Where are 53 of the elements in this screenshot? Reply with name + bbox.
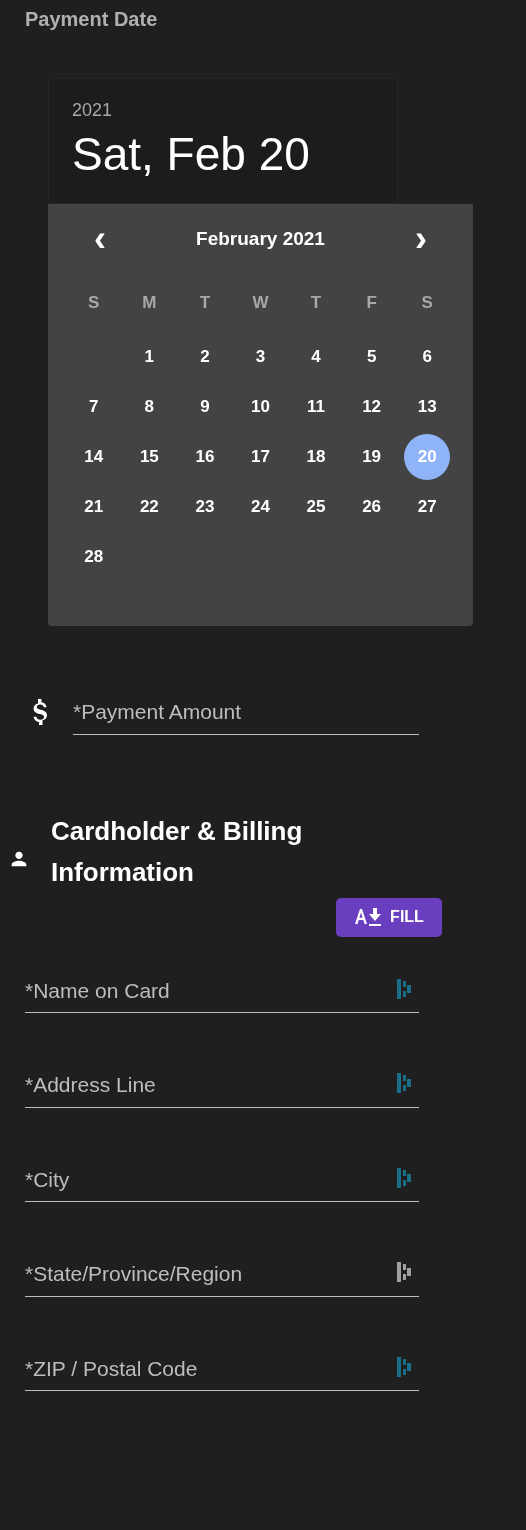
day-button[interactable]: 9 bbox=[181, 384, 228, 430]
day-button[interactable]: 22 bbox=[126, 484, 173, 530]
weekday-label: W bbox=[251, 292, 270, 315]
selected-date: Sat, Feb 20 bbox=[72, 127, 311, 182]
dollar-icon bbox=[32, 698, 48, 725]
day-button[interactable]: 26 bbox=[348, 484, 395, 530]
weekday-label: M bbox=[141, 292, 158, 315]
autofill-icon[interactable] bbox=[397, 978, 411, 999]
weekday-label: S bbox=[87, 292, 101, 315]
year-text[interactable]: 2021 bbox=[72, 97, 397, 124]
day-button[interactable]: 2 bbox=[181, 334, 228, 380]
day-button[interactable]: 18 bbox=[293, 434, 340, 480]
day-button[interactable]: 13 bbox=[404, 384, 451, 430]
day-button[interactable]: 14 bbox=[70, 434, 117, 480]
day-button[interactable]: 17 bbox=[237, 434, 284, 480]
text-field[interactable]: *State/Province/Region bbox=[25, 1258, 419, 1297]
day-button[interactable]: 24 bbox=[237, 484, 284, 530]
section-label: Payment Date bbox=[25, 8, 158, 30]
month-title: February 2021 bbox=[196, 226, 325, 251]
text-field[interactable]: *Name on Card bbox=[25, 974, 419, 1013]
weekday-label: T bbox=[309, 292, 323, 315]
text-field[interactable]: *Address Line bbox=[25, 1069, 419, 1108]
section-heading: Cardholder & Billing Information bbox=[51, 814, 304, 889]
previous-month-button[interactable]: ‹ bbox=[88, 221, 112, 257]
next-month-button[interactable]: › bbox=[409, 221, 433, 257]
fill-button[interactable]: FILL bbox=[336, 897, 442, 937]
day-button[interactable]: 15 bbox=[126, 434, 173, 480]
day-button[interactable]: 4 bbox=[293, 334, 340, 380]
day-button[interactable]: 10 bbox=[237, 384, 284, 430]
autofill-icon[interactable] bbox=[397, 1167, 411, 1188]
autofill-icon[interactable] bbox=[397, 1262, 411, 1282]
day-button[interactable]: 6 bbox=[404, 334, 451, 380]
day-button[interactable]: 28 bbox=[70, 534, 117, 580]
day-button[interactable]: 21 bbox=[70, 484, 117, 530]
day-button[interactable]: 16 bbox=[181, 434, 228, 480]
day-button[interactable]: 23 bbox=[181, 484, 228, 530]
day-button[interactable]: 19 bbox=[348, 434, 395, 480]
autofill-icon[interactable] bbox=[397, 1073, 411, 1093]
weekday-label: S bbox=[420, 292, 434, 315]
payment-amount-field[interactable]: *Payment Amount bbox=[73, 696, 419, 735]
day-button[interactable]: 1 bbox=[126, 334, 173, 380]
weekday-label: F bbox=[365, 292, 378, 315]
autofill-icon[interactable] bbox=[397, 1356, 411, 1377]
day-button[interactable]: 12 bbox=[348, 384, 395, 430]
day-button[interactable]: 27 bbox=[404, 484, 451, 530]
day-button[interactable]: 7 bbox=[70, 384, 117, 430]
text-field[interactable]: *ZIP / Postal Code bbox=[25, 1352, 419, 1391]
day-button[interactable]: 25 bbox=[293, 484, 340, 530]
weekday-label: T bbox=[198, 292, 212, 315]
day-button[interactable]: 5 bbox=[348, 334, 395, 380]
day-button[interactable]: 8 bbox=[126, 384, 173, 430]
day-button[interactable]: 3 bbox=[237, 334, 284, 380]
day-button[interactable]: 11 bbox=[293, 384, 340, 430]
